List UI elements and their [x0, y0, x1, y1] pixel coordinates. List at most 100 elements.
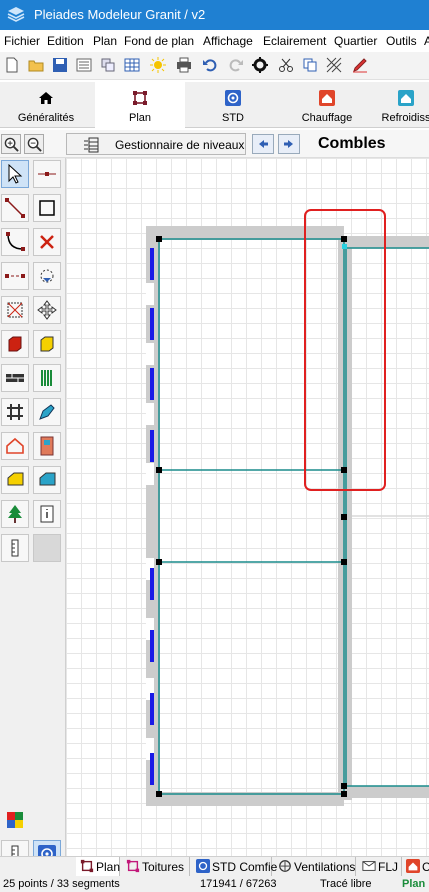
empty-tool-slot [33, 534, 61, 562]
save-icon[interactable] [52, 57, 68, 73]
tab-std[interactable]: STD [188, 82, 278, 128]
print-icon[interactable] [176, 57, 192, 73]
view-tab-label: Ventilations [294, 860, 356, 874]
next-level-button[interactable] [278, 134, 300, 154]
rotate-tool[interactable] [33, 262, 61, 290]
info-tool[interactable] [33, 500, 61, 528]
menu-quartier[interactable]: Quartier [334, 34, 377, 48]
arc-tool[interactable] [1, 228, 29, 256]
info-icon [40, 505, 54, 523]
view-tab-toitures[interactable]: Toitures [122, 857, 190, 876]
selection-box-icon [7, 302, 23, 318]
menu-outils[interactable]: Outils [386, 34, 417, 48]
gear-icon[interactable] [252, 57, 268, 73]
table-icon[interactable] [124, 57, 140, 73]
wall-right-bottom[interactable] [344, 786, 429, 798]
title-bar: Pleiades Modeleur Granit / v2 [0, 0, 429, 30]
tree-icon [8, 505, 22, 523]
layers-icon[interactable] [100, 57, 116, 73]
line-tool[interactable] [1, 194, 29, 222]
open-folder-icon[interactable] [28, 57, 44, 73]
rectangle-icon [39, 200, 55, 216]
wall-top[interactable] [146, 226, 344, 240]
view-tab-label: STD Comfie [212, 860, 278, 874]
wall-right-top[interactable] [344, 236, 429, 248]
view-tab-flj[interactable]: FLJ [358, 857, 402, 876]
sun-icon[interactable] [150, 57, 166, 73]
house-icon [39, 92, 53, 104]
select-tool[interactable] [1, 160, 29, 188]
status-bar: 25 points / 33 segments 171941 / 67263 T… [0, 876, 429, 892]
level-manager-button[interactable]: Gestionnaire de niveaux [66, 133, 246, 155]
menu-aide[interactable]: A [424, 34, 429, 48]
roof-tool[interactable] [1, 466, 29, 494]
floor-tool[interactable] [1, 398, 29, 426]
edit-icon[interactable] [352, 57, 368, 73]
hatch-icon[interactable] [326, 57, 342, 73]
move-icon [37, 300, 57, 320]
tab-generalites[interactable]: Généralités [0, 82, 92, 128]
zoom-in-button[interactable] [1, 134, 21, 154]
zoom-out-button[interactable] [24, 134, 44, 154]
door-tool[interactable] [33, 432, 61, 460]
std-icon [196, 859, 210, 873]
ruler-tool[interactable] [1, 534, 29, 562]
menu-affichage[interactable]: Affichage [203, 34, 253, 48]
new-file-icon[interactable] [4, 57, 20, 73]
status-counts: 25 points / 33 segments [3, 878, 120, 890]
volume-tool[interactable] [33, 330, 61, 358]
zoom-out-icon [27, 137, 42, 152]
vegetation-tool[interactable] [1, 500, 29, 528]
cut-icon[interactable] [278, 57, 294, 73]
pen-icon [39, 404, 55, 420]
room-outline-left[interactable] [158, 238, 345, 795]
current-level-name: Combles [318, 135, 386, 152]
tab-plan[interactable]: Plan [95, 82, 185, 128]
view-tab-chauffage[interactable]: C [404, 857, 429, 876]
menu-eclairement[interactable]: Eclairement [263, 34, 326, 48]
window-tool[interactable] [33, 466, 61, 494]
tool-palette [0, 158, 66, 868]
partition-tool[interactable] [33, 364, 61, 392]
view-tab-ventilations[interactable]: Ventilations [274, 857, 356, 876]
block-tool[interactable] [1, 330, 29, 358]
previous-level-button[interactable] [252, 134, 274, 154]
selected-point[interactable] [342, 244, 347, 249]
view-tab-std-comfie[interactable]: STD Comfie [192, 857, 277, 876]
menu-plan[interactable]: Plan [93, 34, 117, 48]
rectangle-tool[interactable] [33, 194, 61, 222]
list-icon[interactable] [76, 57, 92, 73]
delete-point-icon [40, 235, 54, 249]
arc-icon [6, 232, 25, 251]
selection-box-tool[interactable] [1, 296, 29, 324]
view-tab-label: FLJ [378, 860, 399, 874]
flj-icon [362, 861, 376, 871]
menu-fond-de-plan[interactable]: Fond de plan [124, 34, 194, 48]
level-bar: Gestionnaire de niveaux Combles [0, 130, 429, 158]
menu-fichier[interactable]: Fichier [4, 34, 40, 48]
redo-icon[interactable] [228, 57, 244, 73]
color-palette-tool[interactable] [1, 806, 29, 834]
copy-icon[interactable] [302, 57, 318, 73]
tab-label: Plan [128, 112, 152, 124]
window-title: Pleiades Modeleur Granit / v2 [34, 7, 206, 22]
zoom-in-icon [4, 137, 19, 152]
tab-refroidissement[interactable]: Refroidiss [376, 82, 429, 128]
pen-tool[interactable] [33, 398, 61, 426]
undo-icon[interactable] [202, 57, 218, 73]
split-tool[interactable] [1, 262, 29, 290]
drawing-canvas[interactable] [66, 158, 429, 858]
tab-chauffage[interactable]: Chauffage [282, 82, 372, 128]
vertex-points[interactable] [156, 236, 347, 797]
delete-point-tool[interactable] [33, 228, 61, 256]
menu-edition[interactable]: Edition [47, 34, 84, 48]
move-tool[interactable] [33, 296, 61, 324]
heating-icon [406, 859, 420, 873]
zone-tool[interactable] [1, 432, 29, 460]
segment-tool[interactable] [33, 160, 61, 188]
view-tabs: Plan Toitures STD Comfie Ventilations FL… [0, 856, 429, 876]
view-tab-plan[interactable]: Plan [76, 857, 120, 876]
room-outline-right[interactable] [345, 247, 429, 787]
wall-tool[interactable] [1, 364, 29, 392]
pointer-icon [8, 164, 23, 184]
